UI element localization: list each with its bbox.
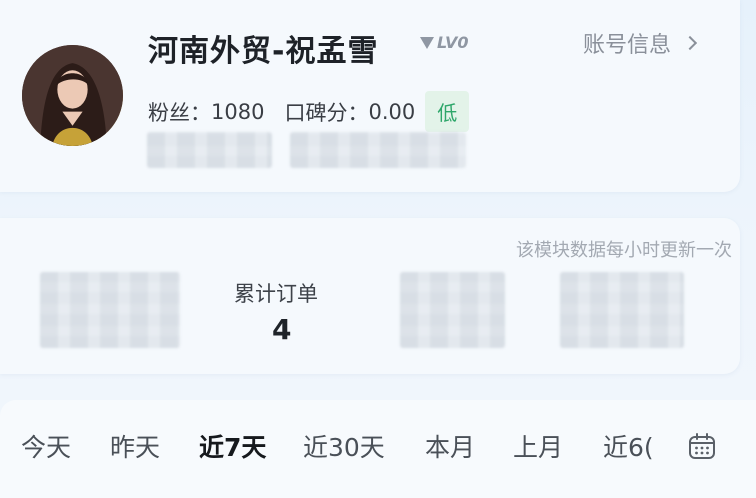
calendar-icon[interactable] [688,432,716,460]
tab-last-month[interactable]: 上月 [513,428,563,464]
redacted-metric-2 [400,272,505,348]
account-info-label: 账号信息 [583,33,672,58]
tab-yesterday[interactable]: 昨天 [110,428,160,464]
fans-label: 粉丝： [148,100,211,125]
update-frequency-note: 该模块数据每小时更新一次 [516,240,732,261]
account-name: 河南外贸-祝孟雪 [148,34,379,69]
level-badge: LV0 [420,33,469,52]
cumulative-orders-value: 4 [272,313,292,346]
rating-value: 0.00 [368,99,416,124]
rating-level-badge: 低 [425,91,470,132]
tab-last-7-days[interactable]: 近7天 [199,428,266,464]
tab-this-month[interactable]: 本月 [425,428,475,464]
level-text: LV0 [437,33,469,52]
redacted-info-1 [147,132,272,168]
account-info-link[interactable]: 账号信息 [583,27,698,59]
redacted-metric-3 [560,272,684,348]
fans-value: 1080 [211,99,265,124]
redacted-info-2 [290,132,466,168]
avatar[interactable] [22,45,123,146]
chevron-right-icon [682,35,698,51]
redacted-metric-1 [40,272,180,348]
profile-stats: 粉丝： 1080 口碑分： 0.00 低 [148,91,470,132]
tab-last-30-days[interactable]: 近30天 [303,428,385,464]
rating-label: 口碑分： [284,100,369,125]
tab-last-60-days[interactable]: 近6( [603,428,657,464]
tab-today[interactable]: 今天 [21,428,71,464]
avatar-image [22,45,123,146]
cumulative-orders-label: 累计订单 [234,282,318,306]
level-triangle-icon [420,36,434,49]
